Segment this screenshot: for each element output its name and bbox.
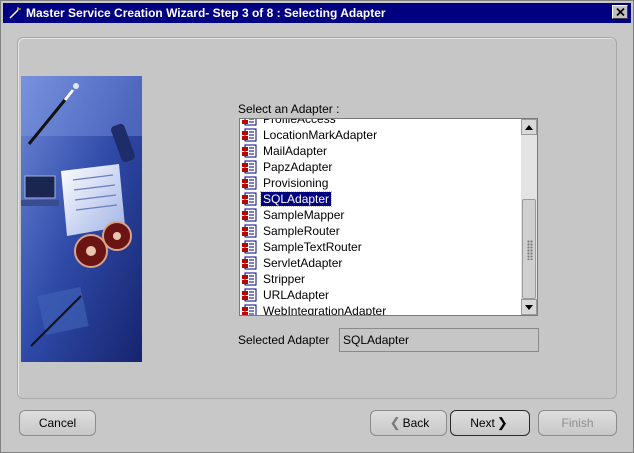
adapter-file-icon [241, 240, 257, 254]
wizard-panel: Select an Adapter : ProfileAccess Locatio… [17, 37, 617, 399]
close-button[interactable] [612, 5, 628, 19]
chevron-right-icon: ❯ [496, 415, 508, 430]
adapter-list-item-label: ProfileAccess [263, 118, 336, 126]
arrow-up-icon [525, 124, 533, 130]
adapter-list-item[interactable]: Stripper [240, 271, 522, 287]
adapter-list-item[interactable]: PapzAdapter [240, 159, 522, 175]
adapter-file-icon [241, 160, 257, 174]
cancel-button[interactable]: Cancel [19, 410, 96, 436]
adapter-list-item-label: LocationMarkAdapter [263, 128, 378, 142]
adapter-list-item[interactable]: SampleMapper [240, 207, 522, 223]
arrow-down-icon [525, 304, 533, 310]
finish-button[interactable]: Finish [538, 410, 617, 436]
scroll-down-button[interactable] [521, 299, 537, 315]
selected-adapter-field: SQLAdapter [339, 328, 539, 352]
adapter-file-icon [241, 192, 257, 206]
wizard-wand-icon [7, 5, 23, 21]
back-button[interactable]: ❮ Back [370, 410, 447, 436]
adapter-file-icon [241, 128, 257, 142]
adapter-list-item[interactable]: SampleRouter [240, 223, 522, 239]
window-title: Master Service Creation Wizard- Step 3 o… [26, 6, 386, 20]
wizard-window: Master Service Creation Wizard- Step 3 o… [0, 0, 634, 453]
adapter-file-icon [241, 288, 257, 302]
select-adapter-label: Select an Adapter : [238, 102, 340, 116]
close-icon [615, 8, 625, 16]
adapter-list-item-label: PapzAdapter [263, 160, 333, 174]
next-label: Next [470, 416, 495, 430]
adapter-file-icon [241, 224, 257, 238]
adapter-list-item-label: MailAdapter [263, 144, 328, 158]
adapter-list-item-label: Provisioning [263, 176, 329, 190]
adapter-list-scrollbar[interactable] [521, 119, 537, 315]
cancel-label: Cancel [38, 416, 77, 430]
scroll-up-button[interactable] [521, 119, 537, 135]
adapter-list-item[interactable]: SQLAdapter [240, 191, 522, 207]
adapter-list: ProfileAccess LocationMarkAdapter MailAdap… [240, 118, 522, 316]
back-label: Back [402, 416, 430, 430]
title-bar[interactable]: Master Service Creation Wizard- Step 3 o… [3, 3, 631, 23]
adapter-list-item-label: URLAdapter [263, 288, 330, 302]
adapter-list-item[interactable]: ServletAdapter [240, 255, 522, 271]
adapter-list-item-label: SampleRouter [263, 224, 340, 238]
adapter-list-item[interactable]: ProfileAccess [240, 118, 522, 127]
adapter-file-icon [241, 119, 257, 126]
adapter-file-icon [241, 176, 257, 190]
adapter-list-item-label: WebIntegrationAdapter [263, 304, 387, 316]
chevron-left-icon: ❮ [389, 415, 401, 430]
adapter-list-item-label: ServletAdapter [263, 256, 343, 270]
finish-label: Finish [561, 416, 594, 430]
adapter-list-item-label: SQLAdapter [259, 191, 333, 207]
adapter-list-item-label: Stripper [263, 272, 306, 286]
adapter-list-item[interactable]: Provisioning [240, 175, 522, 191]
next-button[interactable]: Next ❯ [450, 410, 530, 436]
wizard-illustration [21, 76, 142, 362]
adapter-list-item[interactable]: URLAdapter [240, 287, 522, 303]
scroll-grip [527, 240, 533, 260]
selected-adapter-label: Selected Adapter [238, 333, 330, 347]
adapter-list-item-label: SampleTextRouter [263, 240, 362, 254]
adapter-list-item[interactable]: WebIntegrationAdapter [240, 303, 522, 316]
adapter-list-item[interactable]: LocationMarkAdapter [240, 127, 522, 143]
adapter-file-icon [241, 208, 257, 222]
adapter-list-item[interactable]: MailAdapter [240, 143, 522, 159]
adapter-list-item[interactable]: SampleTextRouter [240, 239, 522, 255]
adapter-list-item-label: SampleMapper [263, 208, 345, 222]
adapter-listbox[interactable]: ProfileAccess LocationMarkAdapter MailAdap… [239, 118, 538, 316]
adapter-file-icon [241, 272, 257, 286]
adapter-file-icon [241, 256, 257, 270]
scroll-thumb[interactable] [522, 199, 536, 299]
adapter-file-icon [241, 304, 257, 315]
adapter-file-icon [241, 144, 257, 158]
